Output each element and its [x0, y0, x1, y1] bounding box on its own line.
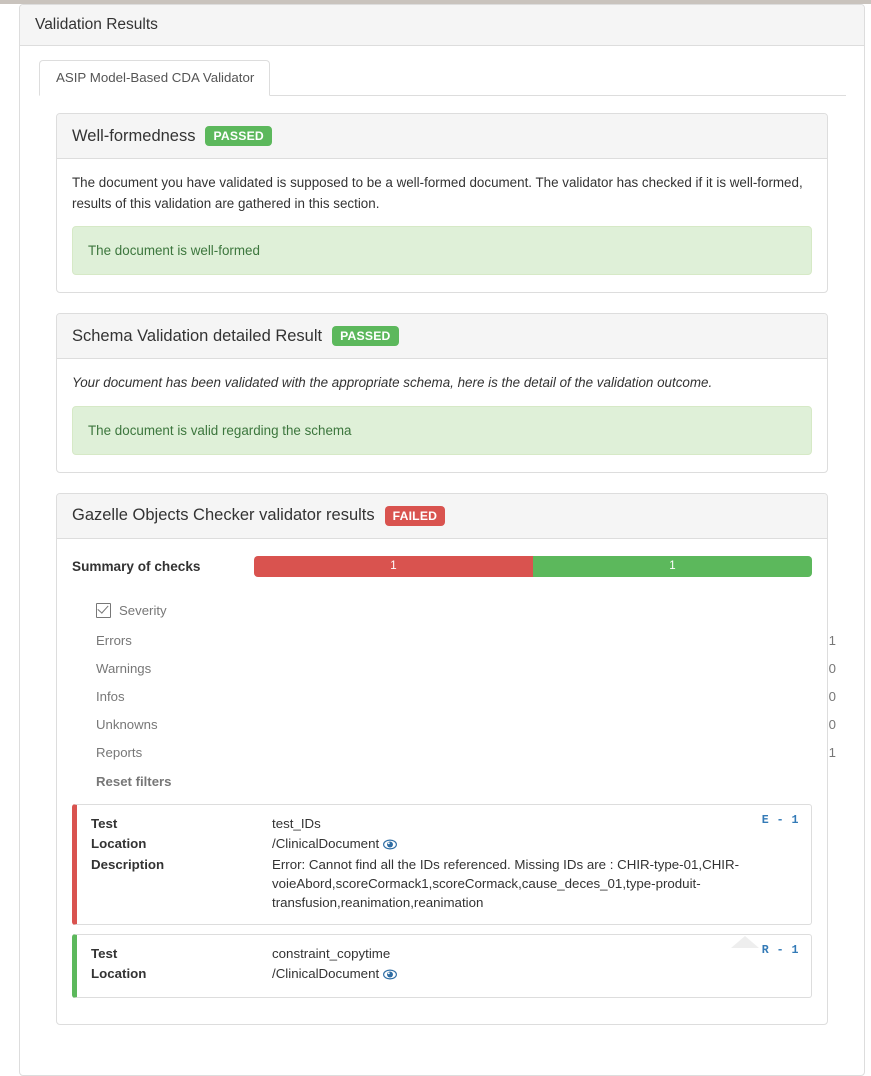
progress-segment-passed[interactable]: 1: [533, 555, 812, 577]
result-severity-tag: R - 1: [761, 944, 799, 958]
progress-segment-failed[interactable]: 1: [254, 555, 533, 577]
result-location-value: /ClinicalDocument: [272, 835, 380, 851]
filter-label: Warnings: [96, 660, 152, 676]
status-badge: PASSED: [332, 325, 399, 347]
schema-validation-alert: The document is valid regarding the sche…: [72, 405, 812, 455]
tab-panel-content: Well-formedness PASSED The document you …: [38, 96, 846, 1055]
gazelle-header: Gazelle Objects Checker validator result…: [57, 493, 827, 539]
panel-header: Validation Results: [20, 5, 864, 46]
summary-of-checks-row: Summary of checks 1 1: [72, 553, 812, 581]
schema-validation-body: Your document has been validated with th…: [57, 359, 827, 471]
summary-label: Summary of checks: [72, 558, 201, 574]
well-formedness-header: Well-formedness PASSED: [57, 114, 827, 160]
severity-filter-list: Severity Errors 1 Warnings 0 Infos 0 Unk…: [96, 599, 836, 793]
validation-results-panel: Validation Results ASIP Model-Based CDA …: [19, 4, 865, 1076]
filter-count: 0: [828, 688, 836, 704]
filter-count: 0: [828, 716, 836, 732]
filter-count: 1: [828, 632, 836, 648]
panel-body: ASIP Model-Based CDA Validator Well-form…: [20, 46, 864, 1075]
filter-label: Errors: [96, 632, 132, 648]
result-test-label: Test: [91, 815, 118, 831]
gazelle-objects-checker-card: Gazelle Objects Checker validator result…: [56, 492, 836, 1025]
eye-icon[interactable]: [383, 837, 398, 856]
result-description-label: Description: [91, 857, 165, 873]
tab-bar: ASIP Model-Based CDA Validator: [39, 59, 846, 96]
well-formedness-body: The document you have validated is suppo…: [57, 159, 827, 292]
checked-checkbox-icon[interactable]: [96, 602, 111, 618]
result-location-label: Location: [91, 965, 147, 981]
summary-progress-bar: 1 1: [254, 555, 812, 577]
well-formedness-alert: The document is well-formed: [72, 225, 812, 275]
well-formedness-card: Well-formedness PASSED The document you …: [56, 113, 828, 293]
filter-label: Unknowns: [96, 716, 158, 732]
tab-asip-model-based-cda-validator[interactable]: ASIP Model-Based CDA Validator: [39, 60, 271, 96]
well-formedness-intro: The document you have validated is suppo…: [72, 175, 803, 211]
filter-label: Infos: [96, 688, 125, 704]
status-badge: PASSED: [205, 126, 272, 147]
filter-header-severity[interactable]: Severity: [96, 599, 836, 627]
result-test-value: constraint_copytime: [272, 946, 391, 962]
schema-validation-intro: Your document has been validated with th…: [72, 375, 713, 391]
scroll-to-top-arrow-icon[interactable]: [731, 936, 759, 948]
result-row-error: E - 1 Test test_IDs Location /ClinicalDo…: [72, 803, 812, 926]
status-badge: FAILED: [384, 505, 446, 526]
result-test-label: Test: [91, 946, 118, 962]
result-location-value-wrap: /ClinicalDocument: [272, 835, 799, 856]
filter-label: Reports: [96, 744, 143, 760]
filter-count: 0: [828, 660, 836, 676]
result-test-value: test_IDs: [272, 815, 321, 831]
result-location-label: Location: [91, 835, 147, 851]
reset-filters-button[interactable]: Reset filters: [96, 767, 836, 793]
schema-validation-card: Schema Validation detailed Result PASSED…: [56, 312, 828, 473]
filter-row-errors[interactable]: Errors 1: [96, 627, 836, 655]
gazelle-body: Summary of checks 1 1 Severity Errors 1 …: [57, 539, 836, 1024]
result-location-value-wrap: /ClinicalDocument: [272, 965, 799, 986]
filter-count: 1: [828, 744, 836, 760]
tab-label: ASIP Model-Based CDA Validator: [56, 70, 255, 86]
schema-validation-title: Schema Validation detailed Result: [72, 326, 323, 345]
result-row-report: R - 1 Test constraint_copytime Location …: [72, 934, 812, 998]
result-severity-tag: E - 1: [761, 813, 799, 827]
filter-row-reports[interactable]: Reports 1: [96, 739, 836, 767]
filter-row-infos[interactable]: Infos 0: [96, 683, 836, 711]
gazelle-title: Gazelle Objects Checker validator result…: [72, 506, 375, 525]
well-formedness-title: Well-formedness: [72, 126, 196, 145]
filter-row-unknowns[interactable]: Unknowns 0: [96, 711, 836, 739]
schema-validation-header: Schema Validation detailed Result PASSED: [57, 313, 827, 360]
eye-icon[interactable]: [383, 967, 398, 986]
validation-results-list: E - 1 Test test_IDs Location /ClinicalDo…: [72, 803, 812, 998]
filter-row-warnings[interactable]: Warnings 0: [96, 655, 836, 683]
result-description-value: Error: Cannot find all the IDs reference…: [272, 857, 740, 911]
result-location-value: /ClinicalDocument: [272, 965, 380, 981]
filter-header-label: Severity: [119, 602, 167, 618]
page-title: Validation Results: [35, 16, 158, 33]
